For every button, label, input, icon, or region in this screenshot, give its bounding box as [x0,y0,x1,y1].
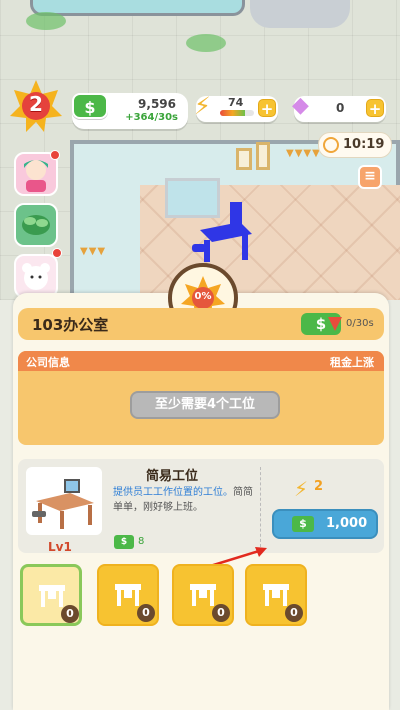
company-info-header: 公司信息 租金上涨 [18,351,384,371]
workstation-slot[interactable]: 0 [172,564,234,626]
dollar-icon: $ [292,516,314,532]
energy-cost: 2 [314,479,324,494]
plant-shop-button[interactable] [14,203,58,247]
room-progress-percent: 0% [194,291,212,302]
energy-value: 74 [228,96,244,109]
clock-icon [323,137,339,153]
menu-list-button[interactable]: ≡ [358,165,382,189]
timer[interactable]: 10:19 [318,132,392,158]
diamond-icon: ◆ [292,93,309,118]
notification-dot [52,248,62,258]
gem-counter: ◆ 0 + [292,93,386,122]
room-income-rate: 0/30s [346,318,374,329]
timer-value: 10:19 [343,137,385,152]
player-level: 2 [29,92,43,116]
company-info-title: 公司信息 [26,356,70,369]
bolt-icon: ⚡ [294,477,309,501]
workstation-description-highlight: 提供员工工作位置的工位。 [113,487,233,498]
workstation-slot[interactable]: 0 [20,564,82,626]
wall-corner [250,0,350,28]
desk-icon [115,584,141,606]
player-level-badge[interactable]: 2 [8,78,64,134]
workstation-thumbnail [26,467,102,535]
money-counter: $ 9,596 +364/30s [72,93,188,129]
bear-icon [22,263,50,290]
workstation-placeholder[interactable] [190,200,256,266]
slot-count: 0 [212,604,230,622]
energy-bar [220,110,254,116]
add-energy-button[interactable]: + [258,99,276,118]
company-info-box: 公司信息 租金上涨 至少需要4个工位 [18,351,384,445]
requirement-button[interactable]: 至少需要4个工位 [130,391,280,419]
workstation-slot[interactable]: 0 [245,564,307,626]
desk-icon [32,479,94,529]
buy-price: 1,000 [326,516,368,531]
wall-picture [256,142,270,170]
income-dollar-icon: $ [114,535,134,549]
wall-picture [236,148,252,170]
workstation-description: 提供员工工作位置的工位。简简单单，刚好够上班。 [113,485,253,515]
room-header: 103办公室 $ 0/30s [18,308,384,340]
bolt-icon: ⚡ [194,92,211,120]
room-panel: 0% 103办公室 $ 0/30s 公司信息 租金上涨 至少需要4个工位 Lv1 [13,263,389,710]
notification-dot [50,150,60,160]
desk-icon [190,584,216,606]
bunting-decoration: ▼▼▼▼ [286,148,321,159]
energy-bar-fill [220,110,246,116]
workstation-item-card: Lv1 简易工位 提供员工工作位置的工位。简简单单，刚好够上班。 $ 8 ⚡ 2… [18,459,384,554]
energy-counter: ⚡ 74 + [194,92,278,122]
slot-count: 0 [137,604,155,622]
slot-count: 0 [61,605,79,623]
plant-decoration [186,34,226,52]
slot-count: 0 [285,604,303,622]
top-corridor [30,0,245,16]
workstation-slot[interactable]: 0 [97,564,159,626]
money-rate: +364/30s [125,112,178,123]
bunting-decoration: ▼▼▼ [80,246,107,257]
plant-icon [22,215,50,235]
rent-increase-label: 租金上涨 [330,356,374,369]
workstation-name: 简易工位 [146,469,199,484]
bear-event-button[interactable] [14,254,58,298]
plant-decoration [26,12,66,30]
workstation-income: 8 [138,536,145,547]
buy-workstation-button[interactable]: $ 1,000 [272,509,378,539]
room-name: 103办公室 [32,316,109,334]
character-icon [24,160,48,192]
workstation-level: Lv1 [48,540,72,554]
dollar-icon: $ [72,93,108,119]
add-gems-button[interactable]: + [366,99,384,118]
desk-icon [39,585,65,607]
divider [260,467,261,547]
gem-value: 0 [336,101,345,115]
money-value: 9,596 [138,97,176,111]
desk-icon [263,584,289,606]
